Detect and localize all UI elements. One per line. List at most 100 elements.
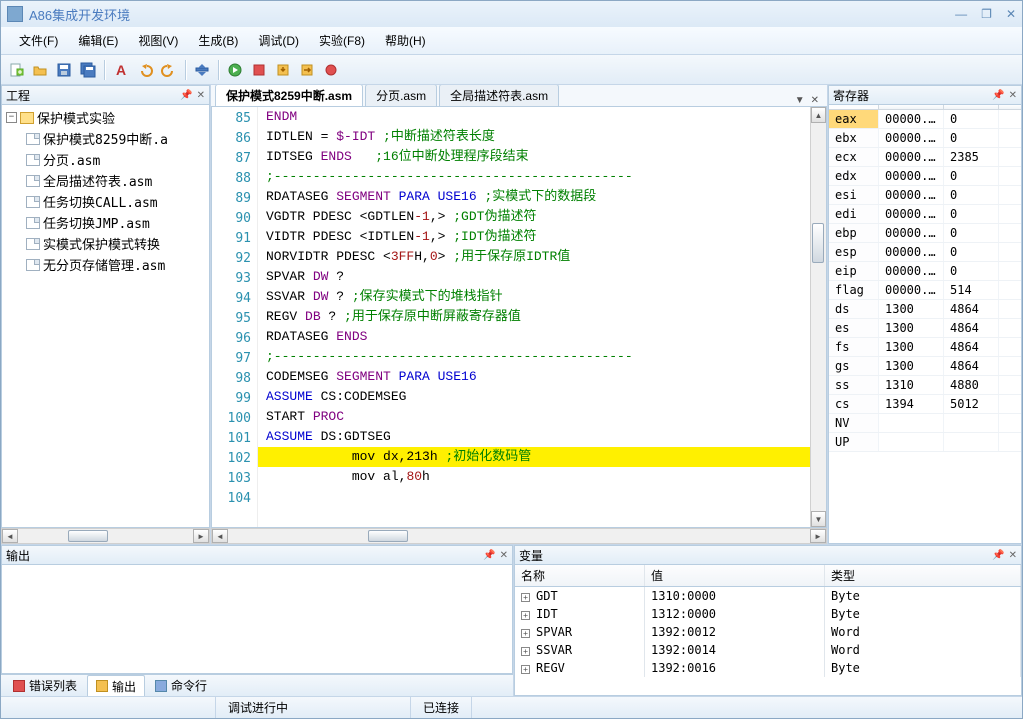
- register-row[interactable]: ss13104880: [829, 376, 1021, 395]
- register-row[interactable]: ebp00000...0: [829, 224, 1021, 243]
- tree-file[interactable]: 保护模式8259中断.a: [22, 128, 209, 149]
- code-line[interactable]: REGV DB ? ;用于保存原中断屏蔽寄存器值: [258, 307, 810, 327]
- menu-item[interactable]: 编辑(E): [68, 29, 128, 52]
- step-over-button[interactable]: [296, 59, 318, 81]
- expand-icon[interactable]: +: [521, 629, 530, 638]
- menu-item[interactable]: 生成(B): [188, 29, 248, 52]
- code-line[interactable]: VIDTR PDESC <IDTLEN-1,> ;IDT伪描述符: [258, 227, 810, 247]
- register-row[interactable]: ds13004864: [829, 300, 1021, 319]
- editor-tab[interactable]: 分页.asm: [365, 85, 437, 106]
- variable-row[interactable]: +SPVAR1392:0012Word: [515, 623, 1021, 641]
- build-button[interactable]: [191, 59, 213, 81]
- breakpoint-button[interactable]: [320, 59, 342, 81]
- register-row[interactable]: NV: [829, 414, 1021, 433]
- redo-button[interactable]: [158, 59, 180, 81]
- output-tab[interactable]: 输出: [87, 675, 145, 697]
- register-row[interactable]: eip00000...0: [829, 262, 1021, 281]
- code-line[interactable]: IDTSEG ENDS ;16位中断处理程序段结束: [258, 147, 810, 167]
- font-button[interactable]: A: [110, 59, 132, 81]
- menu-item[interactable]: 实验(F8): [309, 29, 375, 52]
- step-into-button[interactable]: [272, 59, 294, 81]
- undo-button[interactable]: [134, 59, 156, 81]
- menu-item[interactable]: 帮助(H): [375, 29, 436, 52]
- tree-file[interactable]: 任务切换JMP.asm: [22, 212, 209, 233]
- code-line[interactable]: RDATASEG ENDS: [258, 327, 810, 347]
- tab-close-icon[interactable]: ✕: [811, 95, 819, 106]
- expand-icon[interactable]: +: [521, 647, 530, 656]
- register-row[interactable]: ebx00000...0: [829, 129, 1021, 148]
- register-row[interactable]: eax00000...0: [829, 110, 1021, 129]
- code-line[interactable]: VGDTR PDESC <GDTLEN-1,> ;GDT伪描述符: [258, 207, 810, 227]
- tree-root[interactable]: −保护模式实验: [2, 107, 209, 128]
- register-row[interactable]: esp00000...0: [829, 243, 1021, 262]
- project-hscroll[interactable]: ◄►: [1, 528, 210, 544]
- tree-file[interactable]: 实模式保护模式转换: [22, 233, 209, 254]
- code-line[interactable]: START PROC: [258, 407, 810, 427]
- toolbar: A: [1, 55, 1022, 85]
- expand-icon[interactable]: +: [521, 593, 530, 602]
- variable-row[interactable]: +SSVAR1392:0014Word: [515, 641, 1021, 659]
- menu-item[interactable]: 文件(F): [9, 29, 68, 52]
- pin-icon[interactable]: 📌: [180, 90, 192, 101]
- code-line[interactable]: CODEMSEG SEGMENT PARA USE16: [258, 367, 810, 387]
- register-row[interactable]: es13004864: [829, 319, 1021, 338]
- code-line[interactable]: NORVIDTR PDESC <3FFH,0> ;用于保存原IDTR值: [258, 247, 810, 267]
- register-row[interactable]: cs13945012: [829, 395, 1021, 414]
- maximize-button[interactable]: ❐: [981, 7, 992, 21]
- menu-item[interactable]: 视图(V): [128, 29, 188, 52]
- tree-file[interactable]: 全局描述符表.asm: [22, 170, 209, 191]
- run-button[interactable]: [224, 59, 246, 81]
- pin-icon[interactable]: 📌: [992, 550, 1004, 561]
- code-line[interactable]: mov al,80h: [258, 467, 810, 487]
- output-tab[interactable]: 命令行: [147, 675, 215, 696]
- minimize-button[interactable]: —: [955, 7, 967, 21]
- code-line[interactable]: IDTLEN = $-IDT ;中断描述符表长度: [258, 127, 810, 147]
- variable-row[interactable]: +REGV1392:0016Byte: [515, 659, 1021, 677]
- editor-hscroll[interactable]: ◄►: [211, 528, 827, 544]
- pin-icon[interactable]: 📌: [483, 550, 495, 561]
- close-panel-icon[interactable]: ✕: [500, 550, 508, 561]
- tab-dropdown-icon[interactable]: ▼: [795, 95, 805, 106]
- editor-tab[interactable]: 全局描述符表.asm: [439, 85, 559, 106]
- variable-row[interactable]: +IDT1312:0000Byte: [515, 605, 1021, 623]
- save-button[interactable]: [53, 59, 75, 81]
- new-file-button[interactable]: [5, 59, 27, 81]
- code-line[interactable]: ENDM: [258, 107, 810, 127]
- tree-file[interactable]: 无分页存储管理.asm: [22, 254, 209, 275]
- register-row[interactable]: esi00000...0: [829, 186, 1021, 205]
- register-row[interactable]: gs13004864: [829, 357, 1021, 376]
- editor-vscroll[interactable]: ▲▼: [810, 107, 826, 527]
- register-row[interactable]: edi00000...0: [829, 205, 1021, 224]
- register-row[interactable]: ecx00000...2385: [829, 148, 1021, 167]
- tree-file[interactable]: 任务切换CALL.asm: [22, 191, 209, 212]
- register-row[interactable]: edx00000...0: [829, 167, 1021, 186]
- code-area[interactable]: ENDMIDTLEN = $-IDT ;中断描述符表长度IDTSEG ENDS …: [258, 107, 810, 527]
- stop-button[interactable]: [248, 59, 270, 81]
- code-line[interactable]: mov dx,213h ;初始化数码管: [258, 447, 810, 467]
- register-row[interactable]: flag00000...514: [829, 281, 1021, 300]
- expand-icon[interactable]: +: [521, 665, 530, 674]
- output-tab[interactable]: 错误列表: [5, 675, 85, 696]
- code-line[interactable]: ASSUME DS:GDTSEG: [258, 427, 810, 447]
- close-button[interactable]: ✕: [1006, 7, 1016, 21]
- open-button[interactable]: [29, 59, 51, 81]
- expand-icon[interactable]: +: [521, 611, 530, 620]
- collapse-icon[interactable]: −: [6, 112, 17, 123]
- code-line[interactable]: ASSUME CS:CODEMSEG: [258, 387, 810, 407]
- save-all-button[interactable]: [77, 59, 99, 81]
- code-line[interactable]: SSVAR DW ? ;保存实模式下的堆栈指针: [258, 287, 810, 307]
- editor-tab[interactable]: 保护模式8259中断.asm: [215, 85, 363, 106]
- code-line[interactable]: RDATASEG SEGMENT PARA USE16 ;实模式下的数据段: [258, 187, 810, 207]
- tree-file[interactable]: 分页.asm: [22, 149, 209, 170]
- close-panel-icon[interactable]: ✕: [197, 90, 205, 101]
- close-panel-icon[interactable]: ✕: [1009, 90, 1017, 101]
- code-line[interactable]: ;---------------------------------------…: [258, 167, 810, 187]
- close-panel-icon[interactable]: ✕: [1009, 550, 1017, 561]
- register-row[interactable]: fs13004864: [829, 338, 1021, 357]
- register-row[interactable]: UP: [829, 433, 1021, 452]
- code-line[interactable]: ;---------------------------------------…: [258, 347, 810, 367]
- pin-icon[interactable]: 📌: [992, 90, 1004, 101]
- variable-row[interactable]: +GDT1310:0000Byte: [515, 587, 1021, 605]
- menu-item[interactable]: 调试(D): [248, 29, 309, 52]
- code-line[interactable]: SPVAR DW ?: [258, 267, 810, 287]
